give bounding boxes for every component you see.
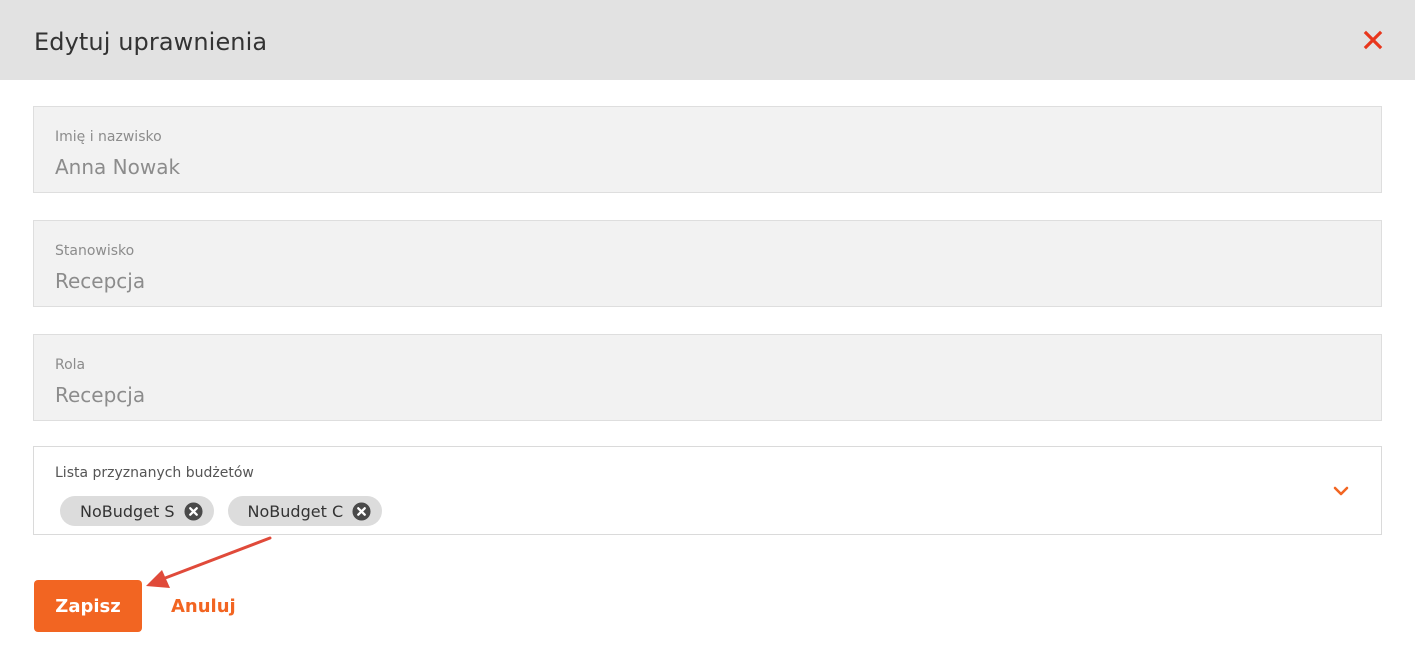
budget-chip: NoBudget S xyxy=(60,496,214,526)
annotation-arrow-icon xyxy=(146,536,272,588)
position-field-label: Stanowisko xyxy=(55,243,135,259)
chevron-down-icon[interactable] xyxy=(1331,484,1351,498)
budget-chips: NoBudget S NoBudget C xyxy=(60,496,383,526)
position-field-value: Recepcja xyxy=(55,269,146,293)
cancel-link[interactable]: Anuluj xyxy=(171,596,236,617)
role-field-label: Rola xyxy=(55,357,86,373)
budgets-multiselect-label: Lista przyznanych budżetów xyxy=(55,465,254,481)
remove-circle-icon[interactable] xyxy=(184,501,203,521)
role-field: Rola Recepcja xyxy=(33,334,1382,421)
role-field-value: Recepcja xyxy=(55,383,146,407)
dialog-actions: Zapisz Anuluj xyxy=(34,580,236,632)
name-field-label: Imię i nazwisko xyxy=(55,129,162,145)
close-button[interactable] xyxy=(1361,28,1385,52)
close-icon xyxy=(1363,30,1383,50)
budgets-multiselect[interactable]: Lista przyznanych budżetów NoBudget S No… xyxy=(33,446,1382,535)
dialog-title: Edytuj uprawnienia xyxy=(34,28,268,56)
budget-chip: NoBudget C xyxy=(227,496,383,526)
budget-chip-label: NoBudget C xyxy=(247,501,344,521)
position-field: Stanowisko Recepcja xyxy=(33,220,1382,307)
name-field: Imię i nazwisko Anna Nowak xyxy=(33,106,1382,193)
save-button[interactable]: Zapisz xyxy=(34,580,142,632)
dialog-header: Edytuj uprawnienia xyxy=(0,0,1415,80)
budget-chip-label: NoBudget S xyxy=(80,501,175,521)
remove-circle-icon[interactable] xyxy=(352,501,371,521)
edit-permissions-dialog: Edytuj uprawnienia Imię i nazwisko Anna … xyxy=(0,0,1415,655)
name-field-value: Anna Nowak xyxy=(55,155,181,179)
